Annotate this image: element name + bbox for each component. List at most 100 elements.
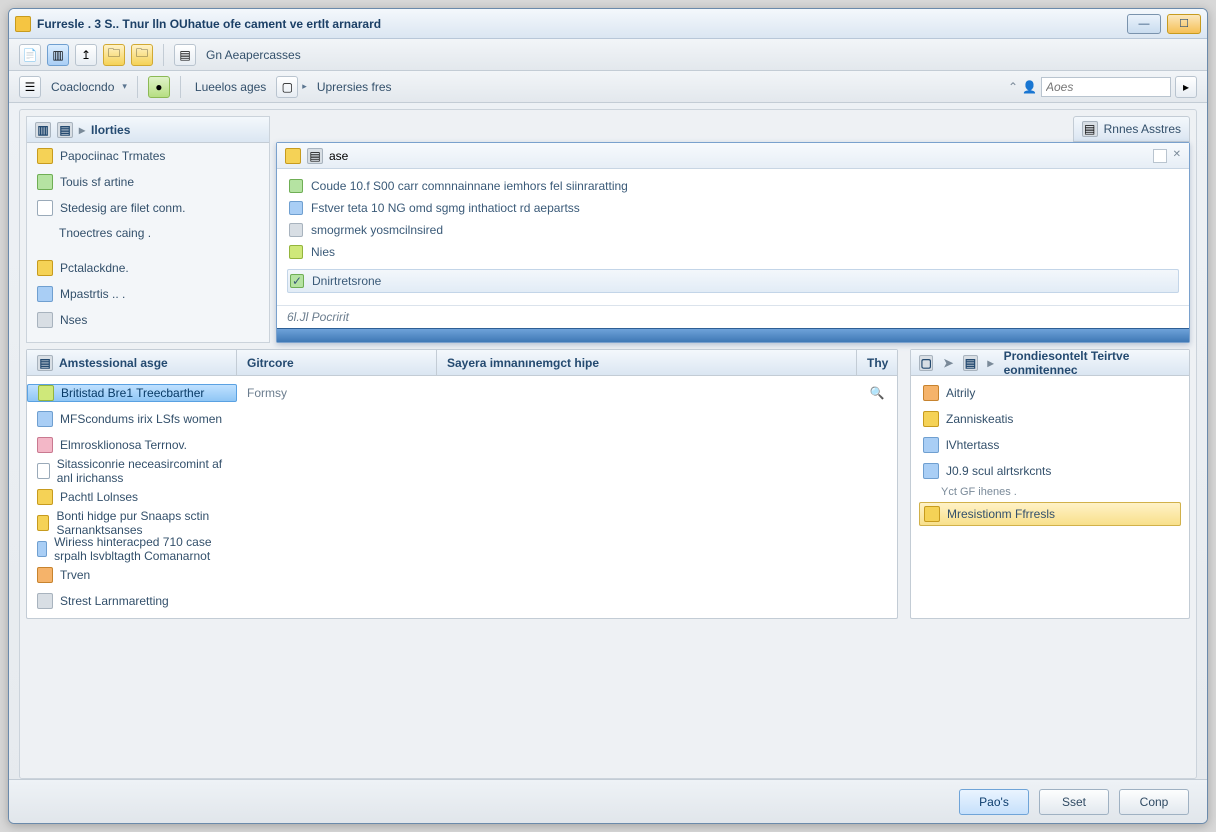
message-row-selected[interactable]: ✓Dnirtretsrone: [287, 269, 1179, 293]
bullet-icon: [289, 223, 303, 237]
tb-label: Gn Aeapercasses: [202, 48, 305, 62]
message-row[interactable]: Nies: [287, 241, 1179, 263]
message-row[interactable]: Coude 10.f S00 carr comnnainnane iemhors…: [287, 175, 1179, 197]
minimize-button[interactable]: —: [1127, 14, 1161, 34]
search-go-icon[interactable]: ▸: [1175, 76, 1197, 98]
list-row[interactable]: Sitassiconrie neceasircomint af anl iric…: [27, 458, 897, 484]
nav-sidebar: ▥ ▤ ▸ Ilorties Papociinac Trmates Touis …: [26, 116, 270, 343]
sidebar-item-label: Tnoectres caing .: [59, 226, 151, 240]
categories-header: ▢ ➤ ▤ ▸ Prondiesontelt Teirtve eonmitenn…: [911, 350, 1189, 376]
column-header-1[interactable]: ▤ Amstessional asge: [27, 350, 237, 375]
category-item[interactable]: Aitrily: [919, 382, 1181, 404]
category-highlight[interactable]: Mresistionm Ffrresls: [919, 502, 1181, 526]
row-col2: Formsy: [237, 386, 437, 400]
list-row[interactable]: Bonti hidge pur Snaaps sctin Sarnanktsаn…: [27, 510, 897, 536]
primary-button[interactable]: Pao's: [959, 789, 1029, 815]
message-list: Coude 10.f S00 carr comnnainnane iemhors…: [277, 169, 1189, 299]
main-toolbar: 📄 ▥ ↥ 🗀 🗀 ▤ Gn Aeapercasses: [9, 39, 1207, 71]
message-row[interactable]: Fstver teta 10 NG omd sgmg inthatioct rd…: [287, 197, 1179, 219]
search-input[interactable]: [1041, 77, 1171, 97]
sidebar-item-1[interactable]: Touis sf artine: [27, 169, 269, 195]
sidebar-tab-label[interactable]: Ilorties: [91, 123, 130, 137]
list-row[interactable]: Wiriess hinteracped 710 case srpalh lsvb…: [27, 536, 897, 562]
hdr-icon2[interactable]: ▤: [963, 355, 977, 371]
titlebar: Furresle . 3 S.. Tnur lln OUhatue ofe ca…: [9, 9, 1207, 39]
categories-title: Prondiesontelt Teirtve eonmitennec: [1004, 349, 1181, 377]
msg-view-icon: ▤: [307, 148, 323, 164]
message-row[interactable]: smogrmek yosmcilnsired: [287, 219, 1179, 241]
task-icon: [37, 174, 53, 190]
col-icon: ▤: [37, 355, 53, 371]
cancel-button[interactable]: Conp: [1119, 789, 1189, 815]
dropdown-icon[interactable]: ▾: [122, 81, 127, 92]
sidebar-item-label: Mpastrtis .. .: [60, 287, 125, 301]
category-item[interactable]: J0.9 scul alrtsrkcnts: [919, 460, 1181, 482]
categories-body: Aitrily Zanniskeatis lVhtertass J0.9 scul a…: [911, 376, 1189, 532]
tb2-square-icon[interactable]: ▢: [276, 76, 298, 98]
column-header-4[interactable]: Thy: [857, 350, 897, 375]
tb-folder2-icon[interactable]: 🗀: [131, 44, 153, 66]
category-item[interactable]: lVhtertass: [919, 434, 1181, 456]
hdr-arrow-icon[interactable]: ➤: [943, 356, 953, 370]
tb-up-icon[interactable]: ↥: [75, 44, 97, 66]
tb2-item3[interactable]: Uprersies fres: [313, 80, 396, 94]
tb-document-icon[interactable]: 📄: [19, 44, 41, 66]
list-row[interactable]: Britistad Bre1 TreecbartherFormsy🔍: [27, 380, 897, 406]
tb2-item1[interactable]: Coaclocndo: [47, 80, 118, 94]
set-button[interactable]: Sset: [1039, 789, 1109, 815]
center-pane: ▤ Rnnes Asstres ▤ ase ✕: [276, 116, 1190, 343]
hdr-icon[interactable]: ▢: [919, 355, 933, 371]
tb-note-icon[interactable]: ▤: [174, 44, 196, 66]
tb-folder-icon[interactable]: 🗀: [103, 44, 125, 66]
msg-close-icon[interactable]: ✕: [1173, 149, 1181, 163]
sidebar-item-6[interactable]: Nses: [27, 307, 269, 333]
message-panel-header: ▤ ase ✕: [277, 143, 1189, 169]
list-row[interactable]: Elmrosklionosa Terrnov.: [27, 432, 897, 458]
tb-box-icon[interactable]: ▥: [47, 44, 69, 66]
right-tab[interactable]: Rnnes Asstres: [1104, 122, 1181, 136]
tb2-item2[interactable]: Lueelos ages: [191, 80, 270, 94]
message-text: Fstver teta 10 NG omd sgmg inthatioct rd…: [311, 201, 580, 215]
list-row[interactable]: Strest Larnmaretting: [27, 588, 897, 614]
message-status: 6l.Jl Pocririt: [277, 305, 1189, 328]
col-label: Amstessional asge: [59, 356, 168, 370]
tb2-list-icon[interactable]: ☰: [19, 76, 41, 98]
sidebar-caret-icon: ▸: [79, 123, 85, 137]
list-row[interactable]: MFScondums irix LSfs women: [27, 406, 897, 432]
msg-min-icon[interactable]: [1153, 149, 1167, 163]
row-label: Pachtl Lolnses: [60, 490, 138, 504]
message-text: smogrmek yosmcilnsired: [311, 223, 443, 237]
hdr-caret-icon: ▸: [988, 356, 994, 370]
category-item[interactable]: Zanniskeatis: [919, 408, 1181, 430]
app-icon: [15, 16, 31, 32]
column-header-3[interactable]: Sayera imnanınemgct hipe: [437, 350, 857, 375]
sidebar-item-label: Stedesig are filet conm.: [60, 201, 185, 215]
sidebar-item-3[interactable]: Tnoectres caing .: [27, 221, 269, 245]
folder-icon: [37, 260, 53, 276]
sidebar-item-0[interactable]: Papociinac Trmates: [27, 143, 269, 169]
maximize-button[interactable]: ☐: [1167, 14, 1201, 34]
sidebar-item-5[interactable]: Mpastrtis .. .: [27, 281, 269, 307]
content-area: ▥ ▤ ▸ Ilorties Papociinac Trmates Touis …: [19, 109, 1197, 779]
search-person-icon: 👤: [1022, 80, 1037, 94]
sidebar-item-4[interactable]: Pctalackdne.: [27, 255, 269, 281]
list-row[interactable]: Pachtl Lolnses: [27, 484, 897, 510]
row-icon: [37, 541, 47, 557]
message-panel-footer: [277, 328, 1189, 342]
row-icon: [37, 411, 53, 427]
row-label: Sitassiconrie neceasircomint af anl iric…: [57, 457, 237, 485]
col-label: Gitrcore: [247, 356, 294, 370]
list-row[interactable]: Trven: [27, 562, 897, 588]
category-label: J0.9 scul alrtsrkcnts: [946, 464, 1051, 478]
column-header-2[interactable]: Gitrcore: [237, 350, 437, 375]
main-list-panel: ▤ Amstessional asge Gitrcore Sayera imnan…: [26, 349, 898, 619]
status-text: 6l.Jl Pocririt: [287, 310, 349, 324]
row-action[interactable]: 🔍: [857, 386, 897, 400]
right-tab-bar: ▤ Rnnes Asstres: [1073, 116, 1190, 142]
sidebar-item-2[interactable]: Stedesig are filet conm.: [27, 195, 269, 221]
sidebar-item-label: Touis sf artine: [60, 175, 134, 189]
module-icon: [37, 286, 53, 302]
dropdown-icon[interactable]: ▸: [302, 81, 307, 92]
tb2-green-icon[interactable]: ●: [148, 76, 170, 98]
bullet-icon: [289, 179, 303, 193]
